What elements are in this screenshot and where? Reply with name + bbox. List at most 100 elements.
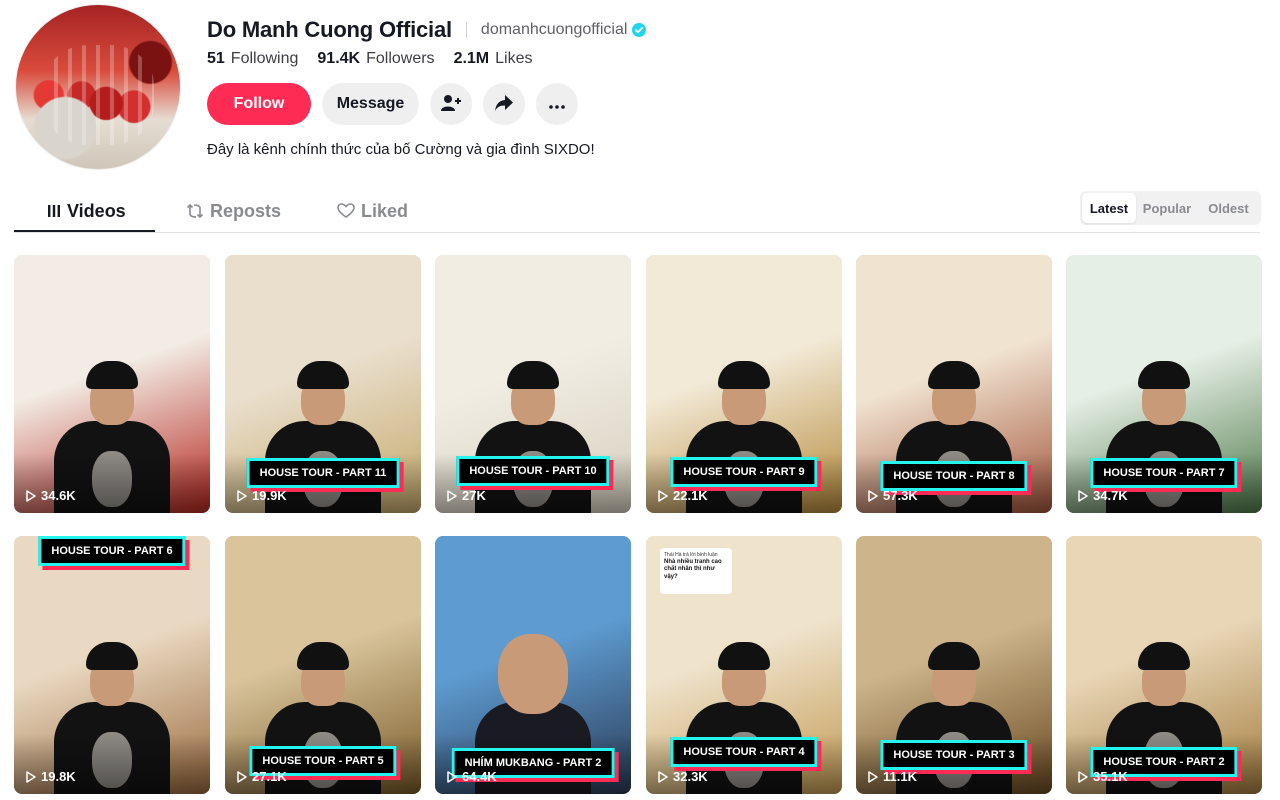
follow-button[interactable]: Follow: [207, 83, 311, 125]
active-tab-indicator: [14, 230, 155, 232]
view-count: 64.4K: [447, 769, 497, 784]
video-card[interactable]: HOUSE TOUR - PART 6 19.8K: [14, 536, 210, 794]
stat-number: 91.4K: [317, 50, 361, 67]
share-button[interactable]: [483, 83, 525, 125]
view-count-text: 64.4K: [462, 769, 497, 784]
more-options-button[interactable]: [536, 83, 578, 125]
view-count-text: 34.7K: [1093, 488, 1128, 503]
video-card[interactable]: HOUSE TOUR - PART 2 35.1K: [1066, 536, 1262, 794]
add-friend-button[interactable]: [430, 83, 472, 125]
play-icon: [26, 770, 36, 783]
video-title-tag: HOUSE TOUR - PART 6: [38, 536, 186, 566]
more-dots-icon: [549, 97, 565, 112]
message-button[interactable]: Message: [322, 83, 419, 125]
play-icon: [447, 770, 457, 783]
video-title-tag: HOUSE TOUR - PART 3: [880, 740, 1028, 770]
view-count: 22.1K: [658, 488, 708, 503]
video-card[interactable]: HOUSE TOUR - PART 11 19.9K: [225, 255, 421, 513]
view-count-text: 27.1K: [252, 769, 287, 784]
stats-row: 51 Following 91.4K Followers 2.1M Likes: [207, 49, 552, 69]
heart-lock-icon: [337, 203, 355, 219]
divider: [465, 22, 467, 38]
avatar[interactable]: [15, 4, 181, 170]
video-title-tag: HOUSE TOUR - PART 11: [246, 458, 400, 488]
video-title-tag: HOUSE TOUR - PART 9: [670, 457, 818, 487]
grid-bars-icon: [47, 204, 61, 218]
video-title-tag: HOUSE TOUR - PART 7: [1090, 458, 1238, 488]
view-count: 19.8K: [26, 769, 76, 784]
play-icon: [237, 770, 247, 783]
view-count-text: 19.8K: [41, 769, 76, 784]
play-icon: [1078, 489, 1088, 502]
stat-number: 51: [207, 50, 225, 67]
view-count-text: 22.1K: [673, 488, 708, 503]
video-title-tag: HOUSE TOUR - PART 10: [456, 456, 610, 486]
play-icon: [658, 770, 668, 783]
video-card[interactable]: HOUSE TOUR - PART 7 34.7K: [1066, 255, 1262, 513]
view-count: 57.3K: [868, 488, 918, 503]
play-icon: [868, 770, 878, 783]
video-card[interactable]: HOUSE TOUR - PART 10 27K: [435, 255, 631, 513]
view-count: 34.7K: [1078, 488, 1128, 503]
repost-icon: [186, 203, 204, 219]
profile-bio: Đây là kênh chính thức của bố Cường và g…: [207, 141, 595, 158]
display-name: Do Manh Cuong Official: [207, 17, 452, 42]
video-title-tag: HOUSE TOUR - PART 8: [880, 461, 1028, 491]
share-icon: [495, 94, 513, 114]
stat-followers[interactable]: 91.4K Followers: [317, 50, 434, 68]
view-count: 34.6K: [26, 488, 76, 503]
play-icon: [868, 489, 878, 502]
view-count-text: 57.3K: [883, 488, 918, 503]
video-title-tag: HOUSE TOUR - PART 4: [670, 737, 818, 767]
add-user-icon: [441, 94, 461, 115]
profile-header: Do Manh Cuong Official domanhcuongoffici…: [0, 0, 1280, 180]
thumbnail-shade: [14, 734, 210, 794]
stat-following[interactable]: 51 Following: [207, 50, 298, 68]
stat-label: Followers: [366, 50, 435, 67]
tab-label: Videos: [67, 200, 126, 221]
title-row: Do Manh Cuong Official domanhcuongoffici…: [207, 16, 647, 44]
stat-number: 2.1M: [453, 50, 490, 67]
thumbnail-shade: [14, 453, 210, 513]
view-count: 35.1K: [1078, 769, 1128, 784]
video-card[interactable]: Thái Hà trả lời bình luận Nhà nhiều tranh…: [646, 536, 842, 794]
view-count-text: 35.1K: [1093, 769, 1128, 784]
video-card[interactable]: HOUSE TOUR - PART 9 22.1K: [646, 255, 842, 513]
sort-popular-button[interactable]: Popular: [1136, 193, 1198, 223]
verified-badge-icon: [632, 23, 647, 37]
play-icon: [26, 489, 36, 502]
profile-tabs: Videos Reposts Liked: [14, 190, 1260, 233]
comment-reply-bubble: Thái Hà trả lời bình luận Nhà nhiều tranh…: [660, 548, 732, 594]
tab-liked[interactable]: Liked: [337, 190, 408, 232]
stat-label: Likes: [495, 50, 533, 67]
play-icon: [237, 489, 247, 502]
tab-label: Liked: [361, 200, 409, 221]
tab-videos[interactable]: Videos: [47, 190, 126, 232]
view-count: 27.1K: [237, 769, 287, 784]
view-count-text: 32.3K: [673, 769, 708, 784]
play-icon: [1078, 770, 1088, 783]
sort-toggle: Latest Popular Oldest: [1080, 191, 1261, 225]
sort-latest-button[interactable]: Latest: [1082, 193, 1136, 223]
video-card[interactable]: 34.6K: [14, 255, 210, 513]
view-count-text: 11.1K: [883, 769, 917, 784]
tab-reposts[interactable]: Reposts: [186, 190, 281, 232]
view-count-text: 34.6K: [41, 488, 76, 503]
sort-oldest-button[interactable]: Oldest: [1198, 193, 1259, 223]
video-card[interactable]: NHÍM MUKBANG - PART 2 64.4K: [435, 536, 631, 794]
video-card[interactable]: HOUSE TOUR - PART 3 11.1K: [856, 536, 1052, 794]
view-count: 27K: [447, 488, 486, 503]
stat-label: Following: [230, 50, 299, 67]
stat-likes: 2.1M Likes: [454, 50, 533, 68]
view-count: 19.9K: [237, 488, 287, 503]
avatar-photo: [44, 45, 154, 145]
view-count: 11.1K: [868, 769, 917, 784]
video-card[interactable]: HOUSE TOUR - PART 5 27.1K: [225, 536, 421, 794]
username: domanhcuongofficial: [480, 21, 628, 38]
action-row: Follow Message: [207, 83, 578, 125]
video-card[interactable]: HOUSE TOUR - PART 8 57.3K: [856, 255, 1052, 513]
play-icon: [447, 489, 457, 502]
tab-label: Reposts: [210, 200, 282, 221]
view-count: 32.3K: [658, 769, 708, 784]
view-count-text: 19.9K: [252, 488, 287, 503]
